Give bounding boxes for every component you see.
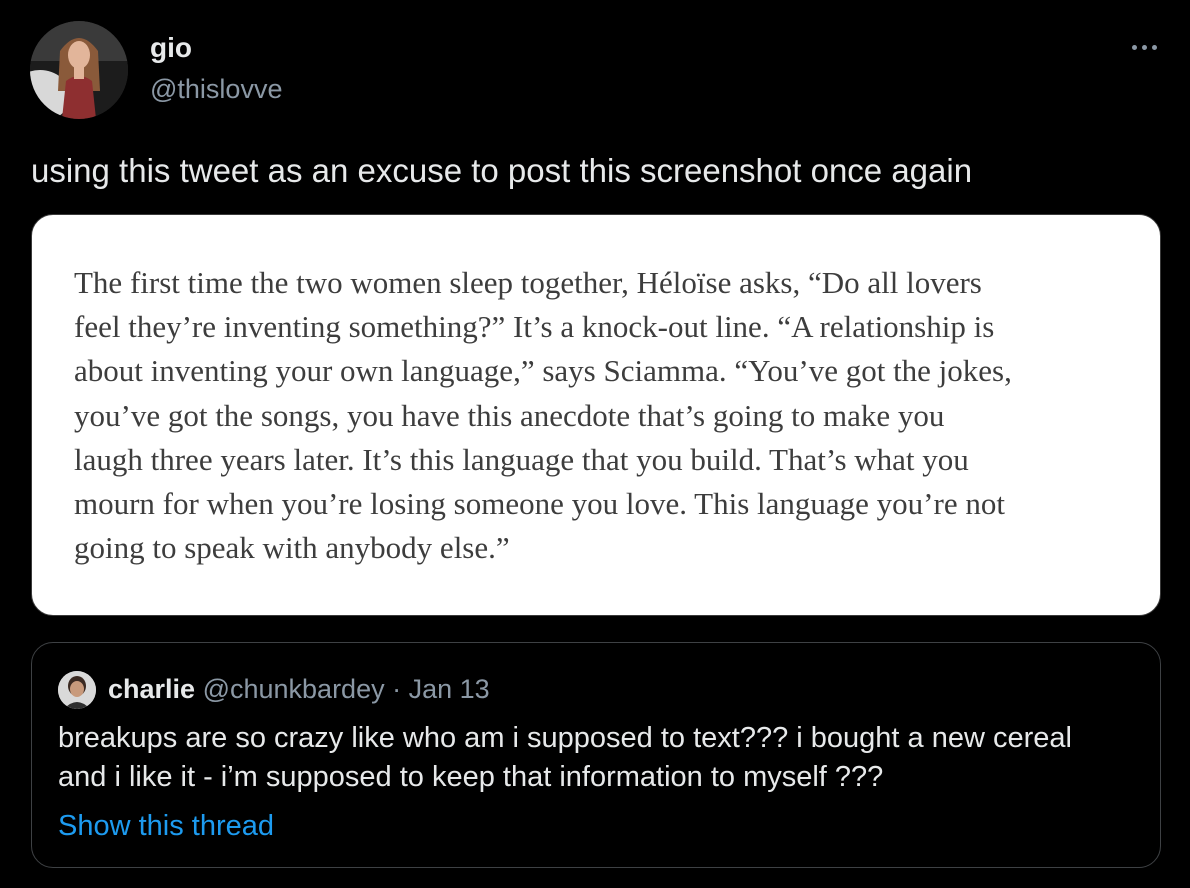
media-line: feel they’re inventing something?” It’s … — [74, 309, 995, 345]
author-display-name[interactable]: gio — [150, 30, 192, 66]
tweet-text: using this tweet as an excuse to post th… — [31, 152, 973, 189]
show-thread-link[interactable]: Show this thread — [58, 807, 274, 845]
avatar-photo-icon — [30, 21, 128, 119]
media-line: you’ve got the songs, you have this anec… — [74, 397, 945, 433]
media-screenshot-text: The first time the two women sleep toget… — [74, 261, 1134, 570]
quote-author-avatar[interactable] — [58, 671, 96, 709]
quote-avatar-photo-icon — [58, 671, 96, 709]
tweet: gio @thislovve using this tweet as an ex… — [0, 0, 1190, 888]
tweet-media-image[interactable]: The first time the two women sleep toget… — [31, 214, 1161, 616]
quote-header: charlie @chunkbardey · Jan 13 — [108, 671, 490, 707]
quote-line: breakups are so crazy like who am i supp… — [58, 722, 1072, 754]
quote-author-name[interactable]: charlie — [108, 674, 195, 704]
quote-author-handle[interactable]: @chunkbardey — [203, 674, 385, 704]
media-line: going to speak with anybody else.” — [74, 530, 510, 566]
quote-separator: · — [392, 674, 402, 704]
media-line: mourn for when you’re losing someone you… — [74, 486, 1005, 522]
author-handle[interactable]: @thislovve — [150, 72, 282, 106]
author-avatar[interactable] — [30, 21, 128, 119]
quote-text: breakups are so crazy like who am i supp… — [58, 719, 1148, 797]
more-options-icon[interactable] — [1124, 32, 1164, 62]
quoted-tweet[interactable]: charlie @chunkbardey · Jan 13 breakups a… — [31, 642, 1161, 868]
media-line: about inventing your own language,” says… — [74, 353, 1012, 389]
quote-date[interactable]: Jan 13 — [409, 674, 490, 704]
more-dot — [1131, 44, 1137, 50]
media-line: laugh three years later. It’s this langu… — [74, 441, 969, 477]
media-line: The first time the two women sleep toget… — [74, 265, 982, 300]
more-dot — [1141, 44, 1147, 50]
quote-line: and i like it - i’m supposed to keep tha… — [58, 761, 884, 793]
more-dot — [1151, 44, 1157, 50]
